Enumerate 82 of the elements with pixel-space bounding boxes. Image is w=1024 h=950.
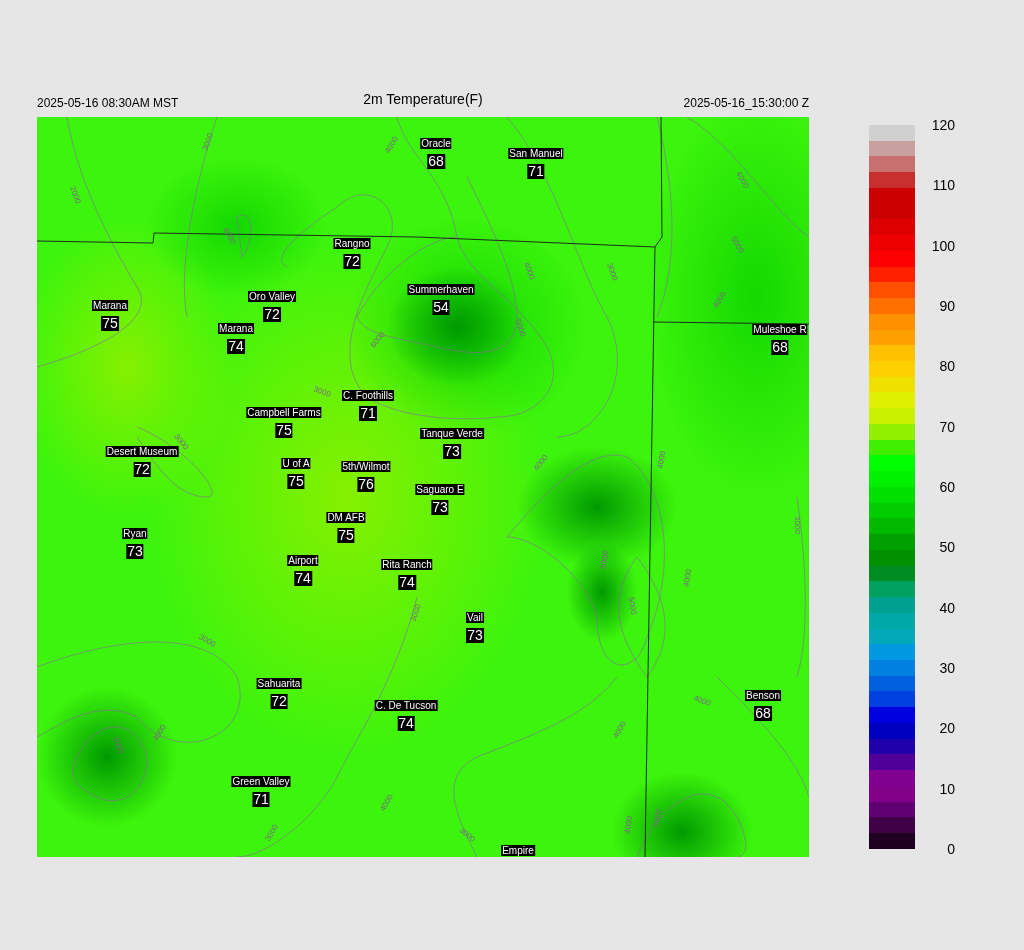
temperature-value: 73 xyxy=(431,500,449,515)
contour-label: 3000 xyxy=(408,602,423,623)
station-name: Benson xyxy=(745,690,781,701)
contour-label: 4000 xyxy=(655,450,668,470)
station-name: Vail xyxy=(466,612,484,623)
scale-tick-label: 60 xyxy=(938,478,955,495)
station-name: Marana xyxy=(92,300,128,311)
station-name: Summerhaven xyxy=(407,284,475,295)
station-name: Rangno xyxy=(333,238,371,249)
station-name: C. Foothills xyxy=(342,390,394,401)
temperature-value: 72 xyxy=(263,307,281,322)
contour-label: 5000 xyxy=(626,596,639,616)
contour-label: 4000 xyxy=(692,693,713,708)
contour-label: 3000 xyxy=(197,632,218,649)
temperature-value: 75 xyxy=(337,528,355,543)
scale-tick-label: 20 xyxy=(938,720,955,737)
station-name: Oro Valley xyxy=(248,291,296,302)
scale-tick-label: 40 xyxy=(938,599,955,616)
temperature-value: 71 xyxy=(527,164,545,179)
contour-label: 4000 xyxy=(622,815,635,835)
temperature-value: 54 xyxy=(432,300,450,315)
scale-tick-label: 80 xyxy=(938,358,955,375)
station-name: U of A xyxy=(281,458,311,469)
temperature-value: 74 xyxy=(294,571,312,586)
scale-tick-label: 100 xyxy=(930,237,955,254)
contour-label: 4000 xyxy=(681,568,694,588)
station-name: Green Valley xyxy=(231,776,291,787)
station-name: Muleshoe R xyxy=(752,324,808,335)
station-name: Empire xyxy=(501,845,535,856)
scale-tick-label: 110 xyxy=(931,177,955,194)
temperature-value: 68 xyxy=(754,706,772,721)
temperature-value: 71 xyxy=(359,406,377,421)
contour-label: 3000 xyxy=(792,516,802,534)
temperature-value: 76 xyxy=(357,477,375,492)
scale-tick-label: 70 xyxy=(938,418,955,435)
station-name: Airport xyxy=(287,555,319,566)
temperature-value: 71 xyxy=(252,792,270,807)
contour-label: 5000 xyxy=(598,550,611,570)
chart-title: 2m Temperature(F) xyxy=(363,90,483,107)
contour-label: 4000 xyxy=(522,260,537,281)
scale-tick-label: 0 xyxy=(946,840,955,857)
station-name: Desert Museum xyxy=(105,446,179,457)
scale-tick-label: 30 xyxy=(938,659,955,676)
temperature-value: 72 xyxy=(133,462,151,477)
station-name: DM AFB xyxy=(326,512,366,523)
contour-label: 5000 xyxy=(513,317,528,338)
temperature-value: 74 xyxy=(397,716,415,731)
contour-label: 4000 xyxy=(111,734,126,755)
temperature-value: 74 xyxy=(398,575,416,590)
station-name: Rita Ranch xyxy=(381,559,433,570)
local-time-label: 2025-05-16 08:30AM MST xyxy=(37,95,179,110)
station-name: 5th/Wilmot xyxy=(341,461,391,472)
temperature-value: 73 xyxy=(443,444,461,459)
scale-tick-label: 10 xyxy=(938,780,955,797)
temperature-value: 72 xyxy=(270,694,288,709)
station-name: Tanque Verde xyxy=(420,428,484,439)
temperature-value: 75 xyxy=(287,474,305,489)
station-name: Sahuarita xyxy=(256,678,302,689)
station-name: Oracle xyxy=(420,138,452,149)
temperature-value: 73 xyxy=(126,544,144,559)
temperature-value: 74 xyxy=(227,339,245,354)
temperature-value: 73 xyxy=(466,628,484,643)
station-name: C. De Tucson xyxy=(374,700,438,711)
station-name: Campbell Farms xyxy=(246,407,322,418)
scale-tick-label: 90 xyxy=(938,298,955,314)
station-name: Marana xyxy=(218,323,254,334)
temperature-value: 68 xyxy=(771,340,789,355)
temperature-value: 68 xyxy=(427,154,445,169)
temperature-value: 75 xyxy=(101,316,119,331)
utc-time-label: 2025-05-16_15:30:00 Z xyxy=(683,95,809,110)
station-name: San Manuel xyxy=(508,148,564,159)
contour-label: 3000 xyxy=(605,261,620,282)
contour-label: 3000 xyxy=(312,384,333,399)
contour-label: 3000 xyxy=(200,131,215,152)
temperature-value: 72 xyxy=(343,254,361,269)
contour-label: 5000 xyxy=(651,808,664,828)
temperature-value: 75 xyxy=(275,423,293,438)
station-name: Ryan xyxy=(122,528,148,539)
scale-tick-label: 50 xyxy=(938,539,955,556)
contour-label: 2000 xyxy=(68,184,83,205)
station-name: Saguaro E xyxy=(415,484,465,495)
scale-tick-label: 120 xyxy=(930,117,955,133)
